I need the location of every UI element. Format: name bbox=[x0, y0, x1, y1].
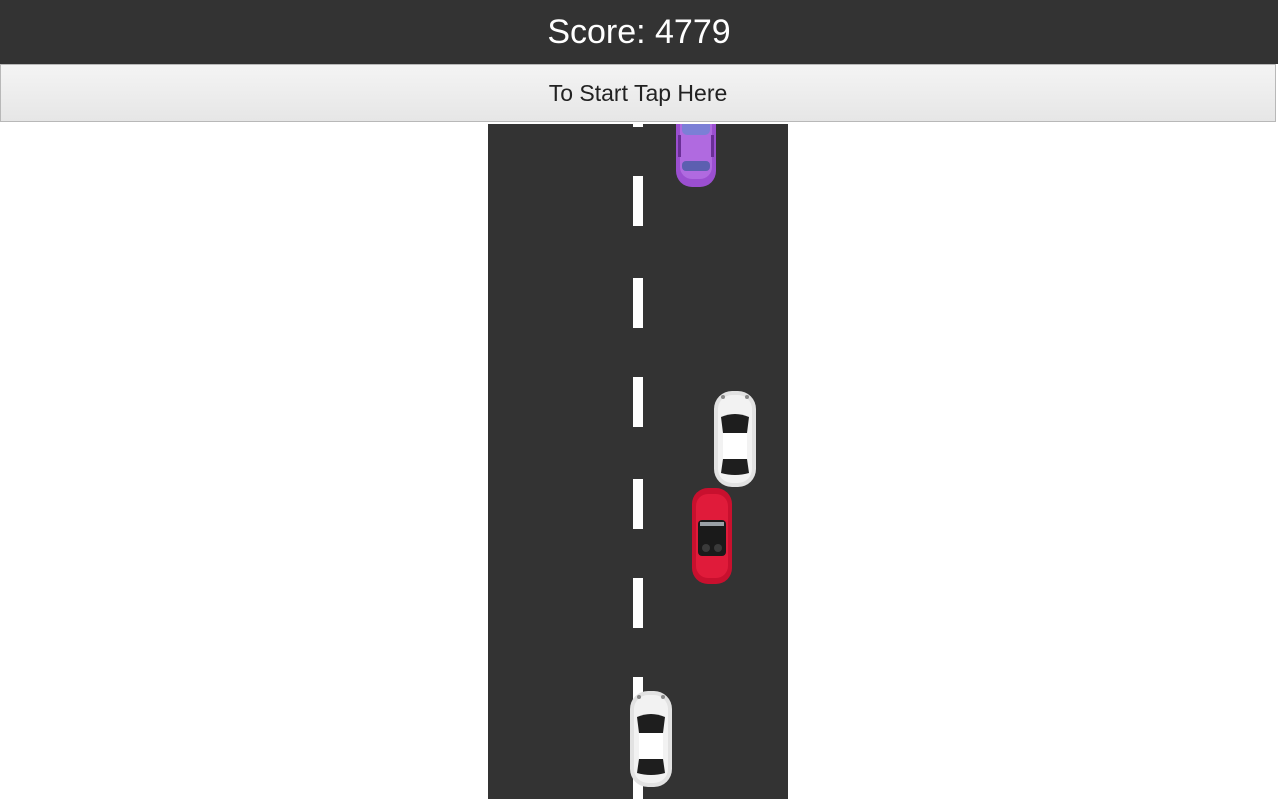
purple-car bbox=[676, 124, 716, 187]
red-convertible bbox=[692, 488, 732, 584]
lane-marking bbox=[633, 578, 643, 628]
lane-marking bbox=[633, 278, 643, 328]
score-text: Score: 4779 bbox=[547, 12, 731, 51]
road bbox=[488, 124, 788, 799]
lane-marking bbox=[633, 479, 643, 529]
lane-marking bbox=[633, 176, 643, 226]
score-display: Score: 4779 bbox=[0, 0, 1278, 64]
player-car bbox=[630, 691, 672, 787]
lane-marking bbox=[633, 377, 643, 427]
start-button[interactable]: To Start Tap Here bbox=[0, 64, 1276, 122]
silver-car bbox=[714, 391, 756, 487]
start-button-label: To Start Tap Here bbox=[548, 79, 728, 106]
lane-marking bbox=[633, 124, 643, 127]
